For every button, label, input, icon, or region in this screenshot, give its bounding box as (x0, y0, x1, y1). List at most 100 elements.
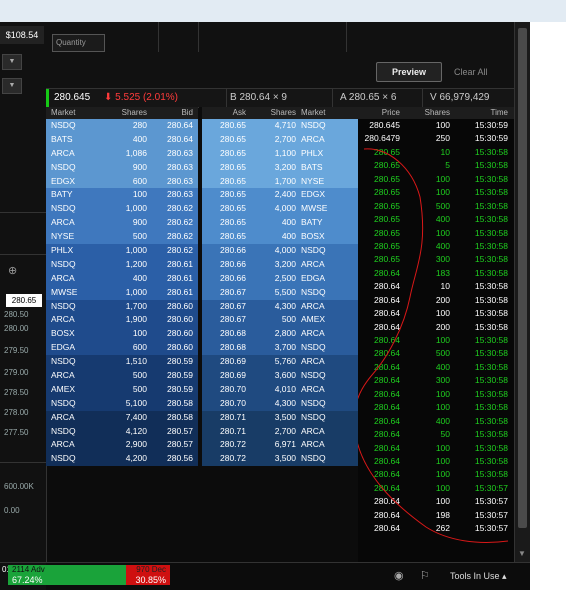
table-row[interactable]: ARCA 1,086 280.63 (46, 146, 198, 161)
ask-price-cell: 280.65 (220, 161, 246, 172)
preview-button[interactable]: Preview (376, 62, 442, 82)
table-row[interactable]: 280.71 2,700 ARCA (202, 424, 358, 439)
table-row[interactable]: 280.65 2,700 ARCA (202, 132, 358, 147)
trade-shares: 100 (435, 482, 450, 493)
chevron-down-icon[interactable]: ▼ (518, 549, 526, 558)
table-row[interactable]: MWSE 1,000 280.61 (46, 285, 198, 300)
scrollbar[interactable]: ▼ (514, 22, 530, 562)
table-row[interactable]: 280.68 2,800 ARCA (202, 327, 358, 342)
shares-cell: 900 (132, 217, 147, 228)
table-row[interactable]: 280.70 4,300 NSDQ (202, 396, 358, 411)
table-row[interactable]: 280.72 6,971 ARCA (202, 438, 358, 453)
record-icon[interactable]: ◉ (394, 569, 404, 582)
column-header[interactable]: Shares (246, 107, 296, 119)
chevron-down-icon[interactable]: ▼ (2, 54, 22, 70)
table-row[interactable]: 280.65 3,200 BATS (202, 160, 358, 175)
table-row[interactable]: 280.70 4,010 ARCA (202, 382, 358, 397)
table-row[interactable]: 280.65 400 BATY (202, 216, 358, 231)
column-header[interactable]: Price (358, 107, 400, 119)
table-row[interactable]: 280.65 400 BOSX (202, 230, 358, 245)
table-row[interactable]: ARCA 500 280.59 (46, 369, 198, 383)
trade-price: 280.64 (374, 402, 400, 413)
quantity-field[interactable]: Quantity (52, 34, 105, 52)
trade-price: 280.6479 (364, 133, 400, 144)
trade-row: 280.65 400 15:30:58 (358, 240, 514, 253)
tools-in-use-button[interactable]: Tools In Use ▴ (450, 571, 507, 582)
ask-rows: 280.65 4,710 NSDQ 280.65 2,700 ARCA 280.65 1,10… (202, 119, 358, 467)
table-row[interactable]: ARCA 1,900 280.60 (46, 313, 198, 328)
table-row[interactable]: PHLX 1,000 280.62 (46, 244, 198, 258)
trade-price: 280.64 (374, 442, 400, 453)
table-row[interactable]: 280.65 1,700 NYSE (202, 174, 358, 189)
market-cell: ARCA (51, 411, 75, 422)
table-row[interactable]: NSDQ 4,120 280.57 (46, 424, 198, 439)
table-row[interactable]: 280.71 3,500 NSDQ (202, 410, 358, 425)
table-row[interactable]: 280.68 3,700 NSDQ (202, 341, 358, 356)
trade-price: 280.65 (374, 254, 400, 265)
shares-cell: 5,760 (274, 356, 296, 367)
table-row[interactable]: AMEX 500 280.59 (46, 382, 198, 397)
shares-cell: 3,600 (274, 370, 296, 381)
table-row[interactable]: NSDQ 5,100 280.58 (46, 396, 198, 411)
advancers-bar: 2114 Adv 67.24% (8, 565, 126, 585)
table-row[interactable]: ARCA 7,400 280.58 (46, 410, 198, 425)
bid-price-cell: 280.60 (167, 342, 193, 353)
bid-price-cell: 280.62 (167, 217, 193, 228)
table-row[interactable]: 280.65 1,100 PHLX (202, 146, 358, 161)
table-row[interactable]: NSDQ 1,200 280.61 (46, 257, 198, 272)
shares-cell: 600 (132, 175, 147, 186)
trade-row: 280.64 100 15:30:58 (358, 442, 514, 455)
table-row[interactable]: 280.69 5,760 ARCA (202, 355, 358, 370)
axis-label: 280.50 (4, 310, 29, 319)
table-row[interactable]: BATS 400 280.64 (46, 132, 198, 147)
divider (332, 89, 333, 107)
table-row[interactable]: 280.65 4,000 MWSE (202, 202, 358, 217)
flag-icon[interactable]: ⚐ (420, 569, 430, 582)
market-cell: EDGA (51, 342, 76, 353)
table-row[interactable]: NSDQ 4,200 280.56 (46, 452, 198, 467)
table-row[interactable]: 280.67 500 AMEX (202, 313, 358, 328)
column-header[interactable]: Bid (147, 107, 198, 119)
trade-price: 280.64 (374, 375, 400, 386)
column-header[interactable]: Shares (95, 107, 147, 119)
table-row[interactable]: 280.66 2,500 EDGA (202, 271, 358, 286)
zoom-in-icon[interactable]: ⊕ (8, 264, 17, 277)
column-header[interactable]: Market (46, 107, 95, 119)
table-row[interactable]: 280.66 4,000 NSDQ (202, 244, 358, 258)
table-row[interactable]: ARCA 2,900 280.57 (46, 438, 198, 453)
shares-cell: 2,700 (274, 425, 296, 436)
table-row[interactable]: 280.66 3,200 ARCA (202, 257, 358, 272)
column-header[interactable]: Time (450, 107, 510, 119)
table-row[interactable]: 280.65 2,400 EDGX (202, 188, 358, 203)
table-row[interactable]: EDGA 600 280.60 (46, 341, 198, 356)
table-row[interactable]: NYSE 500 280.62 (46, 230, 198, 245)
price-label: $108.54 (0, 26, 44, 44)
table-row[interactable]: EDGX 600 280.63 (46, 174, 198, 189)
table-row[interactable]: 280.67 4,300 ARCA (202, 299, 358, 314)
table-row[interactable]: 280.69 3,600 NSDQ (202, 369, 358, 383)
column-header[interactable]: Ask (202, 107, 246, 119)
table-row[interactable]: 280.65 4,710 NSDQ (202, 119, 358, 133)
table-row[interactable]: 280.67 5,500 NSDQ (202, 285, 358, 300)
shares-cell: 2,800 (274, 328, 296, 339)
chevron-down-icon[interactable]: ▼ (2, 78, 22, 94)
table-row[interactable]: BATY 100 280.63 (46, 188, 198, 203)
trade-time: 15:30:57 (474, 482, 508, 493)
column-header[interactable]: Market (296, 107, 357, 119)
table-row[interactable]: NSDQ 280 280.64 (46, 119, 198, 133)
table-row[interactable]: NSDQ 1,700 280.60 (46, 299, 198, 314)
trade-shares: 100 (435, 402, 450, 413)
market-cell: ARCA (301, 300, 325, 311)
table-row[interactable]: BOSX 100 280.60 (46, 327, 198, 342)
table-row[interactable]: NSDQ 900 280.63 (46, 160, 198, 175)
scrollbar-thumb[interactable] (518, 28, 527, 528)
market-cell: ARCA (51, 147, 75, 158)
trade-row: 280.64 10 15:30:58 (358, 280, 514, 293)
table-row[interactable]: ARCA 400 280.61 (46, 271, 198, 286)
table-row[interactable]: NSDQ 1,000 280.62 (46, 202, 198, 217)
column-header[interactable]: Shares (400, 107, 450, 119)
table-row[interactable]: ARCA 900 280.62 (46, 216, 198, 231)
table-row[interactable]: 280.72 3,500 NSDQ (202, 452, 358, 467)
clear-all-button[interactable]: Clear All (454, 62, 488, 82)
table-row[interactable]: NSDQ 1,510 280.59 (46, 355, 198, 370)
